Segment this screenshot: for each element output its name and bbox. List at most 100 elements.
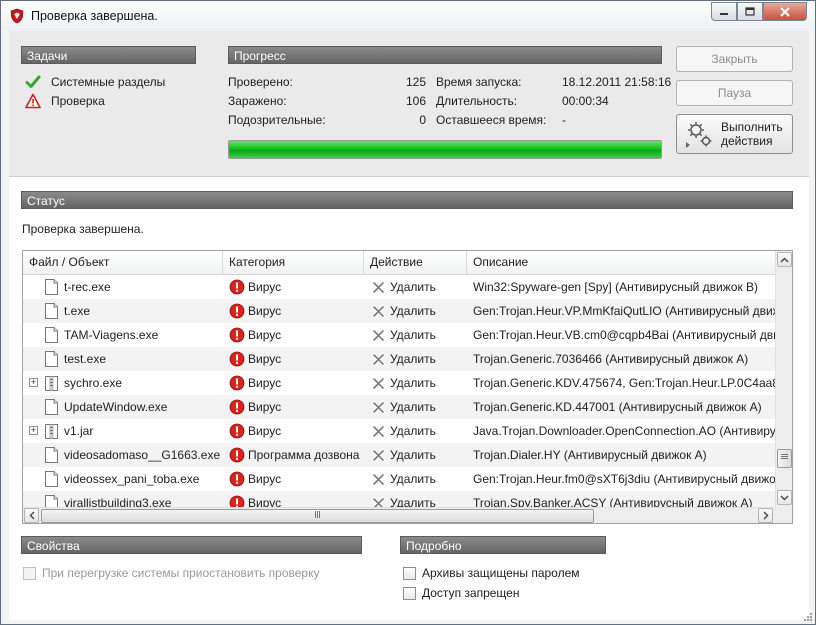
table-row[interactable]: UpdateWindow.exe Вирус Удалить Trojan.Gener…	[23, 395, 775, 419]
close-button[interactable]: Закрыть	[676, 46, 793, 72]
action-label: Удалить	[390, 304, 436, 318]
file-cell: + sychro.exe	[23, 371, 222, 395]
description-cell: Win32:Spyware-gen [Spy] (Антивирусный дв…	[473, 280, 759, 294]
checked-label: Проверено:	[228, 75, 293, 89]
archive-icon	[45, 424, 58, 439]
category-label: Вирус	[248, 376, 282, 390]
column-description[interactable]: Описание	[467, 251, 775, 274]
horizontal-scrollbar[interactable]	[23, 507, 775, 523]
category-cell: Программа дозвона	[223, 443, 363, 467]
table-row[interactable]: videossex_pani_toba.exe Вирус Удалить Gen:T…	[23, 467, 775, 491]
chevron-right-icon	[763, 511, 768, 520]
close-window-button[interactable]	[763, 2, 807, 21]
file-icon	[45, 279, 58, 295]
file-icon	[45, 399, 58, 415]
delete-icon	[372, 449, 385, 462]
scroll-down-button[interactable]	[777, 490, 792, 505]
category-label: Вирус	[248, 328, 282, 342]
action-label: Удалить	[390, 280, 436, 294]
file-icon	[45, 351, 58, 367]
file-icon	[45, 303, 58, 319]
action-cell[interactable]: Удалить	[364, 299, 466, 323]
expand-toggle-icon[interactable]: +	[29, 426, 38, 435]
expand-toggle-icon[interactable]: +	[29, 378, 38, 387]
file-name: t.exe	[64, 304, 91, 318]
action-cell[interactable]: Удалить	[364, 275, 466, 299]
file-cell: TAM-Viagens.exe	[23, 323, 222, 347]
start-time-label: Время запуска:	[436, 75, 522, 89]
table-row[interactable]: + v1.jar Вирус Удалить Java.Trojan.Downloade…	[23, 419, 775, 443]
file-name: t-rec.exe	[64, 280, 111, 294]
checkmark-icon	[25, 74, 41, 90]
vertical-scroll-thumb[interactable]	[777, 449, 792, 468]
pause-button[interactable]: Пауза	[676, 80, 793, 106]
action-cell[interactable]: Удалить	[364, 323, 466, 347]
column-file[interactable]: Файл / Объект	[23, 251, 223, 274]
category-label: Программа дозвона	[248, 448, 360, 462]
action-cell[interactable]: Удалить	[364, 419, 466, 443]
category-cell: Вирус	[223, 299, 363, 323]
vertical-scrollbar[interactable]	[775, 251, 792, 507]
execute-actions-label: Выполнить действия	[721, 120, 783, 148]
category-label: Вирус	[248, 280, 282, 294]
infected-label: Заражено:	[228, 94, 287, 108]
access-denied-checkbox[interactable]	[403, 586, 416, 600]
table-row[interactable]: videosadomaso__G1663.exe Программа дозвон…	[23, 443, 775, 467]
delete-icon	[372, 305, 385, 318]
pause-on-overload-option: При перегрузке системы приостановить про…	[23, 566, 319, 580]
scroll-left-button[interactable]	[24, 508, 39, 523]
column-category[interactable]: Категория	[223, 251, 364, 274]
virus-alert-icon	[229, 447, 245, 463]
action-label: Удалить	[390, 424, 436, 438]
maximize-button[interactable]	[737, 2, 763, 21]
virus-alert-icon	[229, 399, 245, 415]
task-item-system-partitions: Системные разделы	[25, 74, 165, 90]
action-cell[interactable]: Удалить	[364, 347, 466, 371]
file-name: UpdateWindow.exe	[64, 400, 168, 414]
scroll-corner	[775, 507, 792, 523]
table-row[interactable]: virallistbuilding3.exe Вирус Удалить Trojan…	[23, 491, 775, 507]
password-archives-checkbox[interactable]	[403, 566, 416, 580]
horizontal-scroll-thumb[interactable]	[41, 509, 594, 523]
file-name: videosadomaso__G1663.exe	[64, 448, 221, 462]
action-cell[interactable]: Удалить	[364, 491, 466, 507]
table-row[interactable]: + sychro.exe Вирус Удалить Trojan.Generic.KD…	[23, 371, 775, 395]
minimize-icon	[720, 12, 728, 15]
action-label: Удалить	[390, 448, 436, 462]
table-row[interactable]: TAM-Viagens.exe Вирус Удалить Gen:Trojan.He…	[23, 323, 775, 347]
action-cell[interactable]: Удалить	[364, 371, 466, 395]
resize-grip-icon[interactable]	[802, 611, 812, 621]
delete-icon	[372, 377, 385, 390]
table-row[interactable]: test.exe Вирус Удалить Trojan.Generic.70364…	[23, 347, 775, 371]
description-cell: Trojan.Generic.7036466 (Антивирусный дви…	[473, 352, 749, 366]
description-cell: Java.Trojan.Downloader.OpenConnection.AO…	[473, 424, 775, 438]
properties-header: Свойства	[21, 536, 362, 554]
minimize-button[interactable]	[711, 2, 737, 21]
action-cell[interactable]: Удалить	[364, 467, 466, 491]
action-cell[interactable]: Удалить	[364, 443, 466, 467]
category-label: Вирус	[248, 304, 282, 318]
access-denied-option[interactable]: Доступ запрещен	[403, 586, 519, 600]
file-cell: virallistbuilding3.exe	[23, 491, 222, 507]
action-cell[interactable]: Удалить	[364, 395, 466, 419]
password-archives-label: Архивы защищены паролем	[422, 566, 580, 580]
file-name: TAM-Viagens.exe	[64, 328, 159, 342]
file-name: videossex_pani_toba.exe	[64, 472, 200, 486]
scroll-right-button[interactable]	[758, 508, 773, 523]
results-table: Файл / Объект Категория Действие Описани…	[22, 250, 793, 524]
description-cell: Trojan.Spy.Banker.ACSY (Антивирусный дви…	[473, 496, 753, 507]
pause-on-overload-checkbox[interactable]	[23, 566, 36, 580]
table-row[interactable]: t-rec.exe Вирус Удалить Win32:Spyware-gen […	[23, 275, 775, 299]
category-label: Вирус	[248, 472, 282, 486]
execute-actions-button[interactable]: Выполнить действия	[676, 114, 793, 154]
table-header: Файл / Объект Категория Действие Описани…	[23, 251, 775, 275]
task-item-scan: Проверка	[25, 93, 105, 109]
column-action[interactable]: Действие	[364, 251, 467, 274]
password-archives-option[interactable]: Архивы защищены паролем	[403, 566, 580, 580]
scroll-up-button[interactable]	[777, 252, 792, 267]
suspicious-value: 0	[419, 113, 426, 127]
task-label: Проверка	[51, 94, 105, 108]
table-row[interactable]: t.exe Вирус Удалить Gen:Trojan.Heur.VP.MmKf…	[23, 299, 775, 323]
category-label: Вирус	[248, 400, 282, 414]
archive-icon	[45, 376, 58, 391]
